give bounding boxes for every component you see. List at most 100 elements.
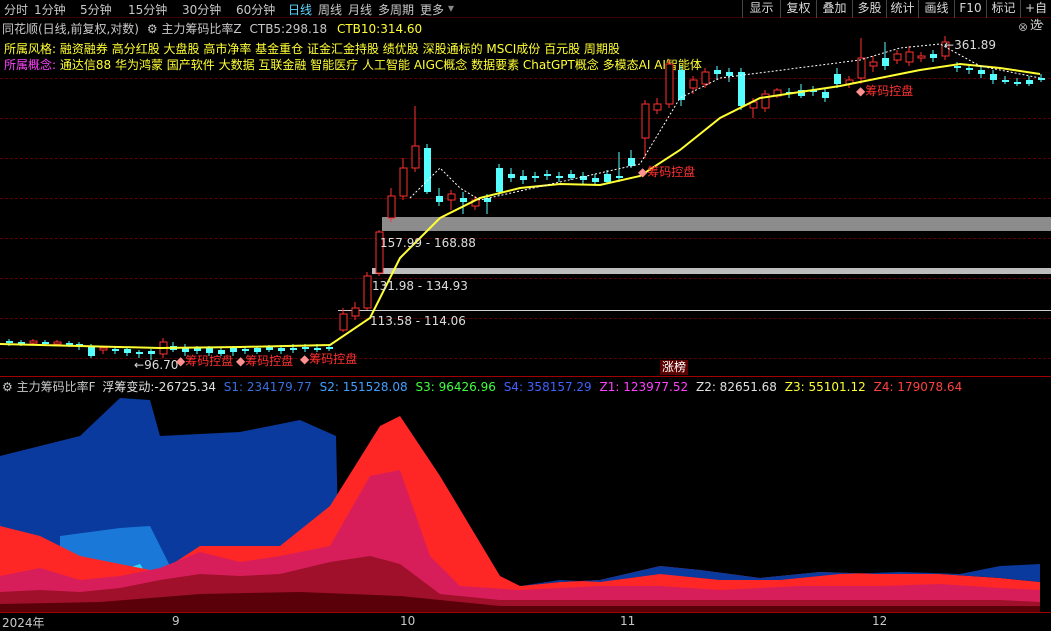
z1-value: Z1: 123977.52 (599, 380, 689, 394)
period-tab-5min[interactable]: 5分钟 (80, 1, 112, 18)
chip-control-tag-4: ◆筹码控盘 (176, 354, 234, 368)
candle-body (726, 72, 733, 76)
float-change-value: -26725.34 (154, 380, 216, 394)
chip-control-text-4: 筹码控盘 (185, 354, 234, 368)
candle-body (326, 347, 333, 349)
x-axis: 2024年 9 10 11 12 (0, 612, 1051, 630)
candle-body (351, 307, 360, 317)
zone-label-1: 157.99 - 168.88 (380, 236, 476, 250)
candle-body (701, 71, 710, 85)
zhangbang-badge[interactable]: 涨榜 (660, 360, 689, 375)
s1-value: S1: 234179.77 (223, 380, 312, 394)
candle-body (99, 347, 108, 351)
candle-body (665, 63, 674, 105)
candle-body (302, 347, 309, 349)
low-price-label: ←96.70 (134, 358, 179, 372)
settings-icon[interactable]: ⚙ (2, 380, 13, 394)
candle-body (834, 74, 841, 84)
candle-body (266, 347, 273, 350)
candle-body (905, 51, 914, 63)
candle-body (869, 61, 878, 67)
candle-body (954, 66, 961, 68)
s4-value: S4: 358157.29 (503, 380, 592, 394)
candle-body (616, 176, 623, 178)
z4-value: Z4: 179078.64 (873, 380, 963, 394)
axis-month-10: 10 (400, 614, 416, 628)
draw-line-button[interactable]: 画线 (918, 0, 954, 18)
chip-control-tag-1: ◆筹码控盘 (638, 165, 696, 179)
candle-body (592, 178, 599, 182)
candle-body (411, 145, 420, 169)
period-tab-30min[interactable]: 30分钟 (182, 1, 221, 18)
s2-value: S2: 151528.08 (319, 380, 408, 394)
candle-body (290, 348, 297, 350)
chip-area-chart[interactable] (0, 396, 1051, 612)
panel-divider (0, 376, 1051, 377)
candle-body (339, 313, 348, 331)
candle-body (532, 176, 539, 178)
period-tab-weekly[interactable]: 周线 (318, 1, 342, 18)
z2-value: Z2: 82651.68 (695, 380, 777, 394)
candle-body (990, 74, 997, 80)
candle-body (568, 174, 575, 178)
candle-body (242, 349, 249, 351)
candle-body (1014, 82, 1021, 84)
candle-body (508, 174, 515, 178)
candle-body (893, 53, 902, 61)
multi-stock-button[interactable]: 多股 (852, 0, 886, 18)
dotted-average-line (409, 43, 1041, 201)
period-tab-timeshare[interactable]: 分时 (4, 1, 28, 18)
candle-body (460, 198, 467, 202)
kline-chart[interactable]: 157.99 - 168.88 131.98 - 134.93 113.58 -… (0, 18, 1051, 378)
overlay-button[interactable]: 叠加 (816, 0, 852, 18)
period-tab-1min[interactable]: 1分钟 (34, 1, 66, 18)
chip-control-text-3: 筹码控盘 (309, 352, 358, 366)
f10-button[interactable]: F10 (954, 0, 986, 18)
candle-body (653, 103, 662, 111)
candle-body (714, 70, 721, 74)
stats-button[interactable]: 统计 (886, 0, 918, 18)
candle-body (148, 351, 155, 354)
candle-body (857, 57, 866, 79)
candle-body (1026, 80, 1033, 84)
moving-average-line (0, 62, 1041, 350)
candle-body (6, 341, 13, 343)
candle-body (29, 340, 38, 344)
period-tab-multi[interactable]: 多周期 (378, 1, 414, 18)
chip-control-text-1: 筹码控盘 (647, 165, 696, 179)
candle-body (966, 68, 973, 70)
candle-body (520, 176, 527, 180)
candle-body (641, 103, 650, 139)
period-tab-60min[interactable]: 60分钟 (236, 1, 275, 18)
candle-body (738, 72, 745, 106)
s3-value: S3: 96426.96 (415, 380, 496, 394)
high-price-label: ←361.89 (944, 38, 997, 52)
candle-body (124, 349, 131, 353)
candle-body (917, 55, 926, 59)
period-tab-monthly[interactable]: 月线 (348, 1, 372, 18)
sub-indicator-name[interactable]: 主力筹码比率F (17, 380, 96, 394)
period-tab-daily[interactable]: 日线 (288, 1, 312, 18)
candle-body (136, 352, 143, 354)
candle-body (112, 349, 119, 351)
candle-body (436, 196, 443, 202)
candle-body (604, 174, 611, 182)
period-tab-more[interactable]: 更多 (420, 1, 444, 18)
show-button[interactable]: 显示 (742, 0, 780, 18)
mark-button[interactable]: 标记 (986, 0, 1020, 18)
chevron-down-icon[interactable]: ▾ (448, 1, 454, 15)
candle-body (930, 54, 937, 58)
candle-body (424, 148, 431, 192)
candle-body (278, 348, 285, 351)
candle-body (88, 346, 95, 356)
add-watchlist-button[interactable]: +自选 (1020, 0, 1051, 32)
zone-label-2: 131.98 - 134.93 (372, 279, 468, 293)
candle-body (544, 174, 551, 176)
period-tab-15min[interactable]: 15分钟 (128, 1, 167, 18)
axis-month-12: 12 (872, 614, 888, 628)
candle-body (42, 342, 49, 344)
chip-control-text-2: 筹码控盘 (865, 84, 914, 98)
restore-right-button[interactable]: 复权 (780, 0, 816, 18)
candle-body (496, 168, 503, 192)
chip-control-text-5: 筹码控盘 (245, 354, 294, 368)
